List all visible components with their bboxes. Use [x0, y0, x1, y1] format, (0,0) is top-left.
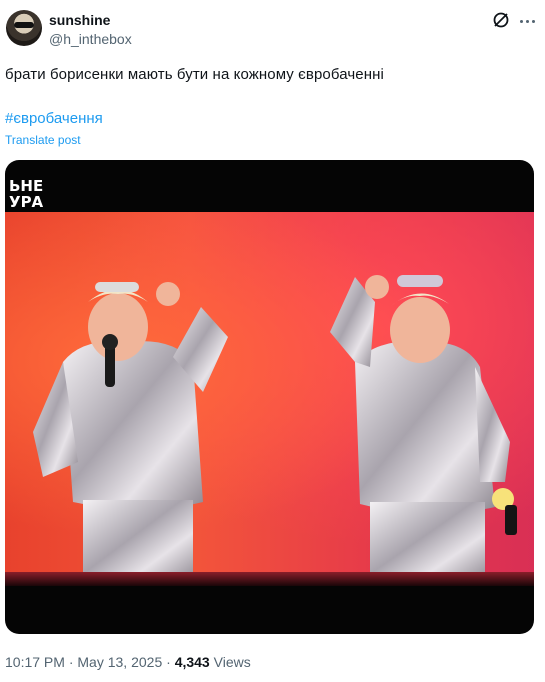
- stage-floor: [5, 572, 534, 586]
- stage-screen: [5, 212, 534, 586]
- views-count: 4,343: [174, 654, 210, 670]
- separator-dot: ·: [68, 654, 74, 670]
- avatar[interactable]: [6, 10, 42, 46]
- post-time: 10:17 PM: [5, 654, 65, 670]
- views-label: Views: [213, 654, 251, 670]
- performer-left: [33, 282, 228, 582]
- post-media[interactable]: ЬНЕ УРА: [5, 160, 534, 634]
- more-icon[interactable]: [516, 10, 538, 32]
- post-date: May 13, 2025: [77, 654, 163, 670]
- translate-post-link[interactable]: Translate post: [5, 133, 81, 147]
- post-text: брати борисенки мають бути на кожному єв…: [5, 66, 384, 83]
- grok-icon[interactable]: [492, 11, 510, 29]
- hashtag-link[interactable]: #євробачення: [5, 110, 103, 127]
- broadcast-logo-text: ЬНЕ УРА: [9, 177, 44, 211]
- raised-phone-hand: [492, 488, 517, 535]
- author-handle[interactable]: @h_inthebox: [49, 31, 132, 47]
- author-name[interactable]: sunshine: [49, 12, 110, 28]
- post-timestamp[interactable]: 10:17 PM · May 13, 2025 · 4,343 Views: [5, 654, 251, 670]
- separator-dot: ·: [166, 654, 171, 670]
